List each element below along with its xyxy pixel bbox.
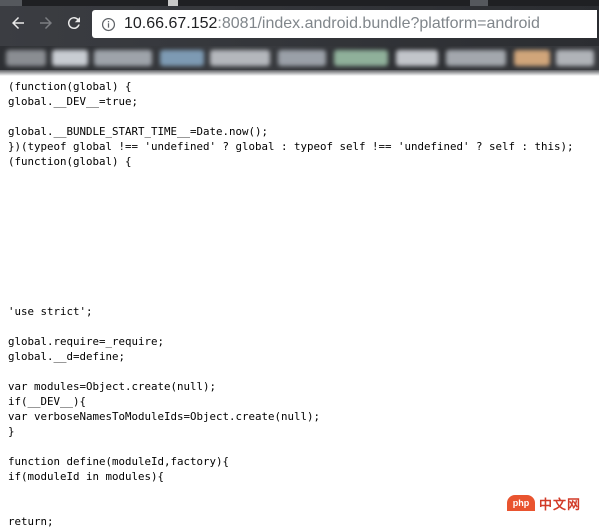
reload-button[interactable] [63,12,85,34]
code-line: var verboseNamesToModuleIds=Object.creat… [8,410,321,423]
code-line: return; [8,515,54,528]
bookmark-item[interactable] [210,50,270,66]
code-line: } [8,425,15,438]
code-line: function define(moduleId,factory){ [8,455,230,468]
bookmark-item[interactable] [334,50,388,66]
bookmark-item[interactable] [278,50,326,66]
url-text: 10.66.67.152:8081/index.android.bundle?p… [124,15,540,33]
code-line: global.require=_require; [8,335,165,348]
bookmark-item[interactable] [514,50,550,66]
reload-icon [67,17,80,30]
info-icon[interactable] [100,16,116,32]
bookmark-item[interactable] [6,50,46,66]
bookmark-item[interactable] [396,50,438,66]
bookmarks-bar [0,46,599,70]
tab-strip [0,0,599,6]
watermark-logo: php [507,495,535,511]
bundle-source-code: (function(global) { global.__DEV__=true;g… [8,79,593,529]
browser-toolbar: 10.66.67.152:8081/index.android.bundle?p… [0,0,599,46]
code-line: (function(global) { [8,80,132,93]
arrow-left-icon [12,17,24,29]
arrow-right-icon [40,17,52,29]
watermark-text: 中文网 [539,497,582,513]
back-button[interactable] [7,12,29,34]
code-line: (function(global) { [8,155,132,168]
url-path: :8081/index.android.bundle?platform=andr… [217,15,540,32]
code-line: global.__d=define; [8,350,126,363]
bookmark-item[interactable] [556,50,594,66]
code-line: var modules=Object.create(null); [8,380,217,393]
code-line: global.__DEV__=true; [8,95,139,108]
tab-edge [0,0,22,6]
bookmark-item[interactable] [160,50,204,66]
code-line: if(__DEV__){ [8,395,87,408]
bookmark-item[interactable] [446,50,506,66]
bookmark-item[interactable] [52,50,88,66]
code-line: 'use strict'; [8,305,93,318]
bookmarks-fade [0,70,599,76]
url-host: 10.66.67.152 [124,15,218,32]
bookmark-item[interactable] [94,50,152,66]
tab-edge [470,0,488,6]
code-line: global.__BUNDLE_START_TIME__=Date.now(); [8,125,269,138]
code-line: })(typeof global !== 'undefined' ? globa… [8,140,574,153]
forward-button[interactable] [35,12,57,34]
address-bar[interactable]: 10.66.67.152:8081/index.android.bundle?p… [92,10,597,38]
code-line: if(moduleId in modules){ [8,470,165,483]
site-watermark: php 中文网 [507,495,599,513]
tab-edge [168,0,178,6]
